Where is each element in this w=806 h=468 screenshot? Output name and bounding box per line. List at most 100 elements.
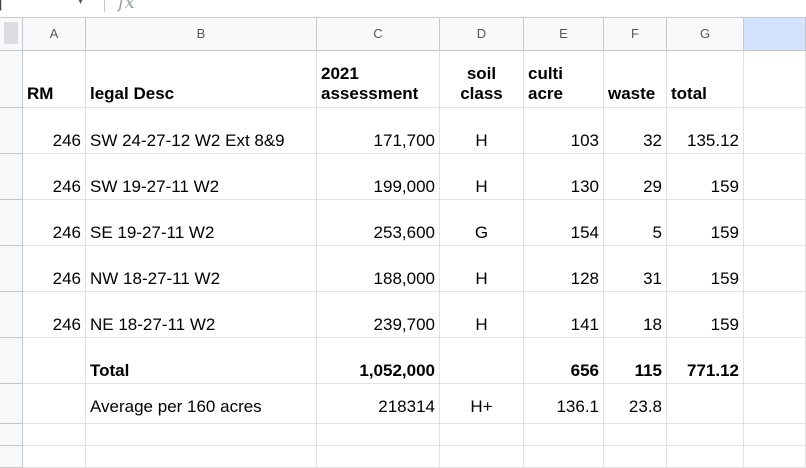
cell-empty[interactable] (744, 154, 806, 200)
cell-empty[interactable] (440, 446, 524, 468)
cell-average-waste[interactable]: 23.8 (604, 384, 667, 424)
row-header[interactable] (0, 424, 23, 446)
cell-total[interactable]: 159 (667, 246, 744, 292)
cell-waste[interactable]: 29 (604, 154, 667, 200)
cell-empty[interactable] (604, 446, 667, 468)
cell-empty[interactable] (23, 424, 86, 446)
row-header[interactable] (0, 292, 23, 338)
cell-total[interactable]: 159 (667, 200, 744, 246)
cell-empty[interactable] (317, 424, 440, 446)
cell-empty[interactable] (667, 424, 744, 446)
cell-total-assessment[interactable]: 1,052,000 (317, 338, 440, 384)
cell-rm[interactable]: 246 (23, 246, 86, 292)
cell-total[interactable]: 135.12 (667, 108, 744, 154)
cell-empty[interactable] (744, 424, 806, 446)
cell-total[interactable]: 159 (667, 292, 744, 338)
cell-empty[interactable] (440, 338, 524, 384)
cell-assessment[interactable]: 199,000 (317, 154, 440, 200)
row-header[interactable] (0, 246, 23, 292)
row-header[interactable] (0, 108, 23, 154)
cell-soil-class[interactable]: H (440, 108, 524, 154)
column-header-e[interactable]: E (524, 18, 604, 51)
cell-header-culti[interactable]: culti acre (524, 51, 604, 108)
cell-assessment[interactable]: 171,700 (317, 108, 440, 154)
cell-header-waste[interactable]: waste (604, 51, 667, 108)
column-header-d[interactable]: D (440, 18, 524, 51)
row-header[interactable] (0, 200, 23, 246)
cell-rm[interactable]: 246 (23, 108, 86, 154)
column-header-a[interactable]: A (23, 18, 86, 51)
select-all-corner[interactable] (0, 18, 23, 51)
cell-rm[interactable]: 246 (23, 154, 86, 200)
cell-average-culti[interactable]: 136.1 (524, 384, 604, 424)
cell-waste[interactable]: 18 (604, 292, 667, 338)
column-header-f[interactable]: F (604, 18, 667, 51)
cell-empty[interactable] (744, 108, 806, 154)
cell-legal-desc[interactable]: NW 18-27-11 W2 (86, 246, 317, 292)
row-header[interactable] (0, 384, 23, 424)
cell-empty[interactable] (23, 338, 86, 384)
cell-empty[interactable] (744, 292, 806, 338)
cell-header-assessment[interactable]: 2021 assessment (317, 51, 440, 108)
cell-empty[interactable] (604, 424, 667, 446)
cell-empty[interactable] (744, 246, 806, 292)
cell-empty[interactable] (86, 446, 317, 468)
cell-empty[interactable] (744, 200, 806, 246)
cell-culti-acre[interactable]: 130 (524, 154, 604, 200)
cell-waste[interactable]: 32 (604, 108, 667, 154)
cell-empty[interactable] (524, 446, 604, 468)
cell-legal-desc[interactable]: SW 24-27-12 W2 Ext 8&9 (86, 108, 317, 154)
row-header[interactable] (0, 338, 23, 384)
cell-empty[interactable] (744, 384, 806, 424)
cell-empty[interactable] (744, 446, 806, 468)
cell-rm[interactable]: 246 (23, 292, 86, 338)
cell-empty[interactable] (524, 424, 604, 446)
cell-culti-acre[interactable]: 154 (524, 200, 604, 246)
row-header[interactable] (0, 154, 23, 200)
cell-waste[interactable]: 31 (604, 246, 667, 292)
cell-total[interactable]: 159 (667, 154, 744, 200)
column-header-b[interactable]: B (86, 18, 317, 51)
cell-legal-desc[interactable]: SW 19-27-11 W2 (86, 154, 317, 200)
cell-culti-acre[interactable]: 128 (524, 246, 604, 292)
cell-empty[interactable] (744, 51, 806, 108)
cell-empty[interactable] (667, 384, 744, 424)
cell-soil-class[interactable]: H (440, 292, 524, 338)
cell-soil-class[interactable]: H (440, 246, 524, 292)
cell-culti-acre[interactable]: 103 (524, 108, 604, 154)
cell-soil-class[interactable]: H (440, 154, 524, 200)
cell-empty[interactable] (667, 446, 744, 468)
cell-empty[interactable] (23, 446, 86, 468)
cell-waste[interactable]: 5 (604, 200, 667, 246)
cell-rm[interactable]: 246 (23, 200, 86, 246)
cell-average-soil[interactable]: H+ (440, 384, 524, 424)
cell-empty[interactable] (744, 338, 806, 384)
cell-empty[interactable] (86, 424, 317, 446)
cell-empty[interactable] (317, 446, 440, 468)
row-header[interactable] (0, 446, 23, 468)
cell-total-total[interactable]: 771.12 (667, 338, 744, 384)
cell-assessment[interactable]: 253,600 (317, 200, 440, 246)
cell-culti-acre[interactable]: 141 (524, 292, 604, 338)
chevron-down-icon[interactable]: ▾ (78, 0, 83, 7)
cell-empty[interactable] (23, 384, 86, 424)
name-box[interactable]: ▏ (0, 0, 11, 11)
cell-empty[interactable] (440, 424, 524, 446)
cell-legal-desc[interactable]: SE 19-27-11 W2 (86, 200, 317, 246)
cell-assessment[interactable]: 239,700 (317, 292, 440, 338)
cell-average-label[interactable]: Average per 160 acres (86, 384, 317, 424)
cell-header-soil[interactable]: soil class (440, 51, 524, 108)
cell-average-assessment[interactable]: 218314 (317, 384, 440, 424)
cell-header-legal[interactable]: legal Desc (86, 51, 317, 108)
cell-soil-class[interactable]: G (440, 200, 524, 246)
column-header-c[interactable]: C (317, 18, 440, 51)
row-header[interactable] (0, 51, 23, 108)
cell-assessment[interactable]: 188,000 (317, 246, 440, 292)
cell-header-total[interactable]: total (667, 51, 744, 108)
cell-legal-desc[interactable]: NE 18-27-11 W2 (86, 292, 317, 338)
cell-header-rm[interactable]: RM (23, 51, 86, 108)
cell-total-label[interactable]: Total (86, 338, 317, 384)
column-header-g[interactable]: G (667, 18, 744, 51)
cell-total-waste[interactable]: 115 (604, 338, 667, 384)
cell-total-culti[interactable]: 656 (524, 338, 604, 384)
